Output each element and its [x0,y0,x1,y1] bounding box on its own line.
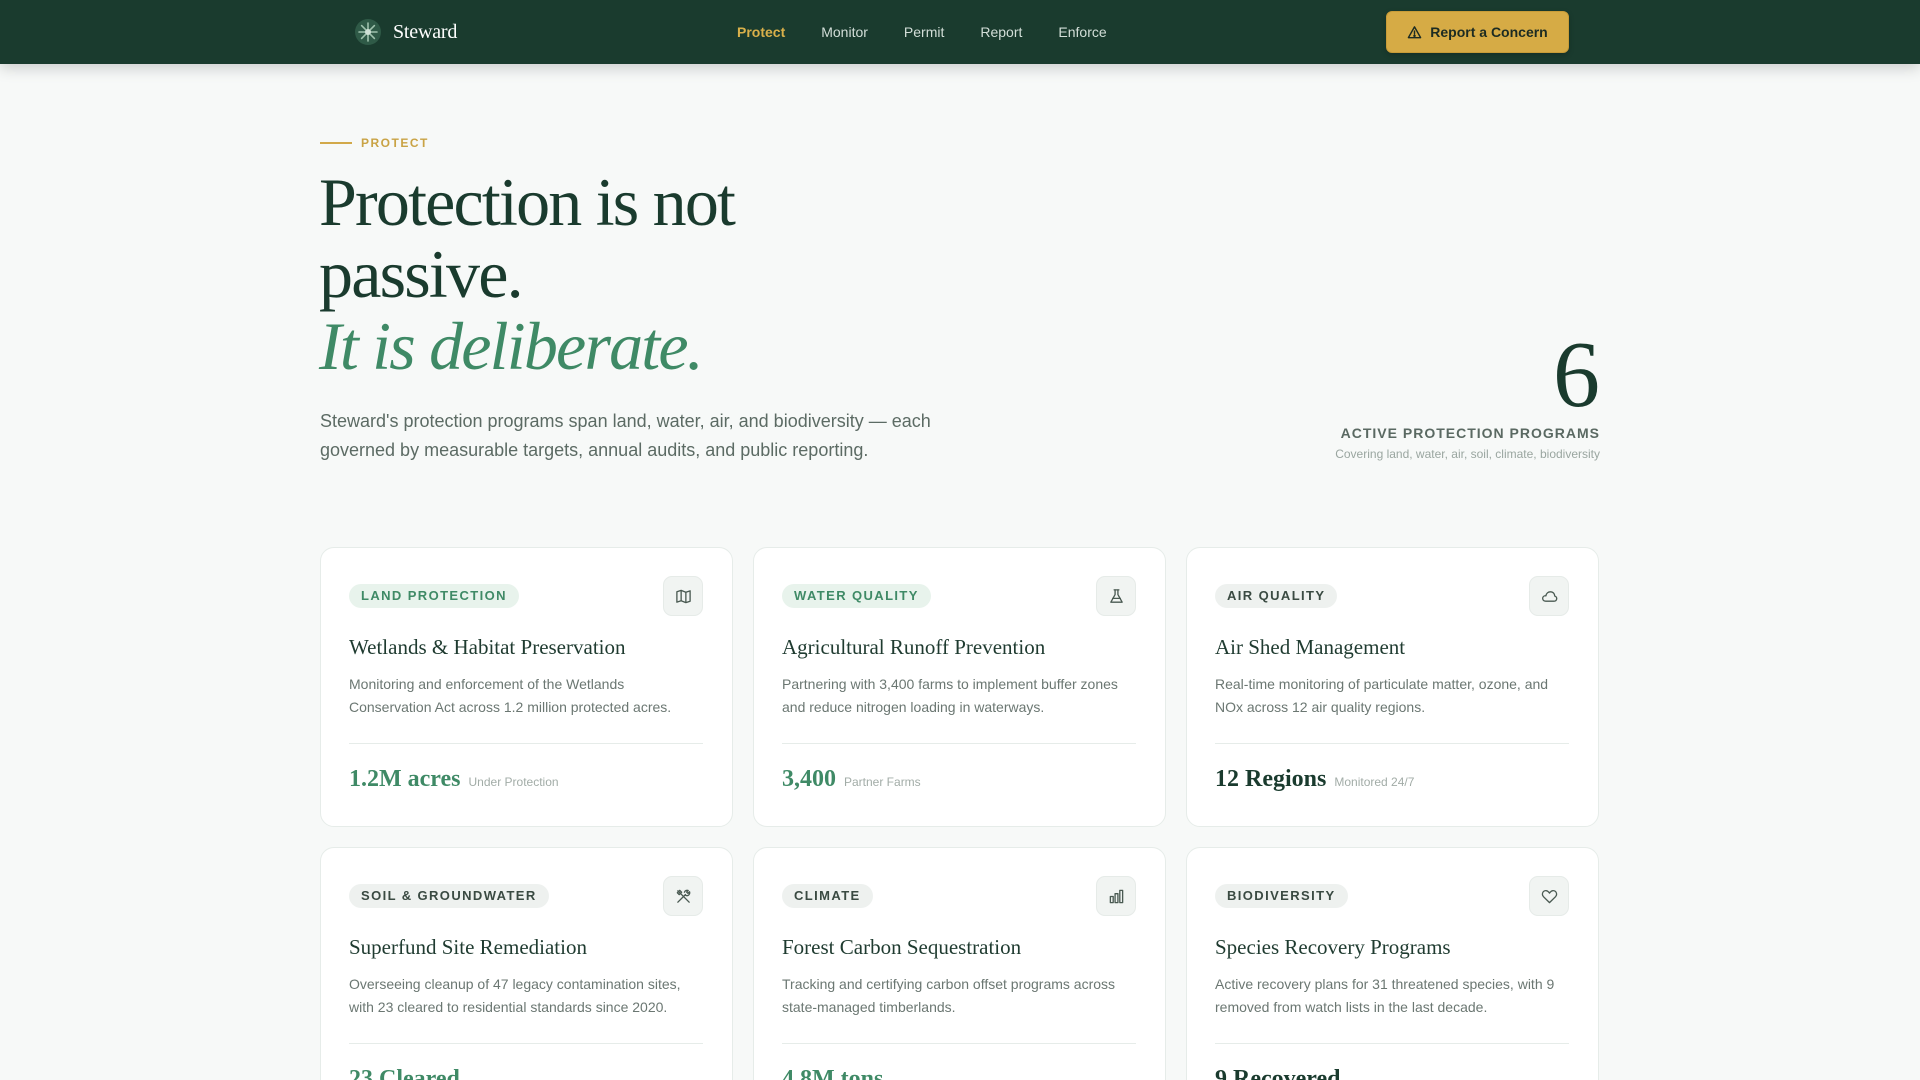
stat-label: ACTIVE PROTECTION PROGRAMS [1340,425,1600,441]
title-line-2: passive. [319,236,524,312]
program-tag: WATER QUALITY [782,584,931,608]
eyebrow-label: PROTECT [361,136,429,150]
program-cards-grid: LAND PROTECTION Wetlands & Habitat Prese… [320,547,1600,1080]
eyebrow-divider [320,142,352,144]
program-card-land-protection[interactable]: LAND PROTECTION Wetlands & Habitat Prese… [320,547,733,827]
program-tag: SOIL & GROUNDWATER [349,884,549,908]
metric-label: Monitored 24/7 [1334,775,1415,789]
program-description: Tracking and certifying carbon offset pr… [782,976,1116,1015]
report-concern-button[interactable]: Report a Concern [1386,11,1569,53]
card-divider [1215,743,1569,744]
program-title: Species Recovery Programs [1215,935,1451,959]
program-metric: 12 Regions Monitored 24/7 [1215,766,1569,793]
program-card-climate[interactable]: CLIMATE Forest Carbon Sequestration Trac… [753,847,1166,1080]
active-programs-stat: 6 ACTIVE PROTECTION PROGRAMS Covering la… [1335,328,1600,461]
program-tag: LAND PROTECTION [349,584,519,608]
program-tag: BIODIVERSITY [1215,884,1348,908]
program-card-soil-groundwater[interactable]: SOIL & GROUNDWATER Superfund Site Remedi… [320,847,733,1080]
steward-logo-icon [355,19,381,45]
metric-label: Partner Farms [844,775,921,789]
metric-value: 3,400 [782,766,836,792]
program-tag: CLIMATE [782,884,873,908]
nav-item-protect[interactable]: Protect [737,24,785,40]
metric-value: 9 Recovered [1215,1066,1341,1080]
metric-value: 4.8M tons [782,1066,884,1080]
nav-item-monitor[interactable]: Monitor [821,24,868,40]
metric-value: 12 Regions [1215,766,1327,792]
bar-chart-icon [1096,876,1136,916]
title-line-1: Protection is not [319,164,736,240]
program-description: Real-time monitoring of particulate matt… [1215,676,1549,715]
program-title: Air Shed Management [1215,635,1406,659]
metric-value: 23 Cleared [349,1066,460,1080]
warning-icon [1407,25,1422,38]
tools-icon [663,876,703,916]
page-title: Protection is not passive. It is deliber… [319,164,736,384]
card-divider [1215,1043,1569,1044]
program-title: Superfund Site Remediation [349,935,587,959]
program-card-biodiversity[interactable]: BIODIVERSITY Species Recovery Programs A… [1186,847,1599,1080]
program-description: Monitoring and enforcement of the Wetlan… [349,676,672,715]
program-metric: 1.2M acres Under Protection [349,766,703,793]
nav-item-report[interactable]: Report [980,24,1022,40]
program-tag: AIR QUALITY [1215,584,1338,608]
stat-value: 6 [1553,323,1600,427]
card-divider [349,743,703,744]
stat-sublabel: Covering land, water, air, soil, climate… [1335,447,1600,461]
brand-home-link[interactable]: Steward [354,18,457,46]
program-title: Forest Carbon Sequestration [782,935,1022,959]
map-icon [663,576,703,616]
heart-icon [1529,876,1569,916]
program-description: Overseeing cleanup of 47 legacy contamin… [349,976,681,1015]
program-card-water-quality[interactable]: WATER QUALITY Agricultural Runoff Preven… [753,547,1166,827]
hero-description: Steward's protection programs span land,… [320,411,931,460]
section-eyebrow: PROTECT [320,136,429,150]
flask-icon [1096,576,1136,616]
brand-name: Steward [393,20,458,43]
program-card-air-quality[interactable]: AIR QUALITY Air Shed Management Real-tim… [1186,547,1599,827]
program-metric: 4.8M tons [782,1066,1136,1080]
title-accent-line: It is deliberate. [319,308,704,384]
program-title: Wetlands & Habitat Preservation [349,635,626,659]
program-metric: 23 Cleared [349,1066,703,1080]
metric-value: 1.2M acres [349,766,461,792]
nav-item-enforce[interactable]: Enforce [1058,24,1106,40]
card-divider [782,1043,1136,1044]
card-divider [782,743,1136,744]
metric-label: Under Protection [468,775,559,789]
program-metric: 9 Recovered [1215,1066,1569,1080]
nav-item-permit[interactable]: Permit [904,24,944,40]
cloud-icon [1529,576,1569,616]
program-metric: 3,400 Partner Farms [782,766,1136,793]
main-nav: Protect Monitor Permit Report Enforce [737,0,1107,64]
card-divider [349,1043,703,1044]
top-navigation-bar: Steward Protect Monitor Permit Report En… [0,0,1920,64]
program-description: Partnering with 3,400 farms to implement… [782,676,1118,715]
program-description: Active recovery plans for 31 threatened … [1215,976,1555,1015]
report-concern-label: Report a Concern [1430,24,1548,40]
program-title: Agricultural Runoff Prevention [782,635,1046,659]
